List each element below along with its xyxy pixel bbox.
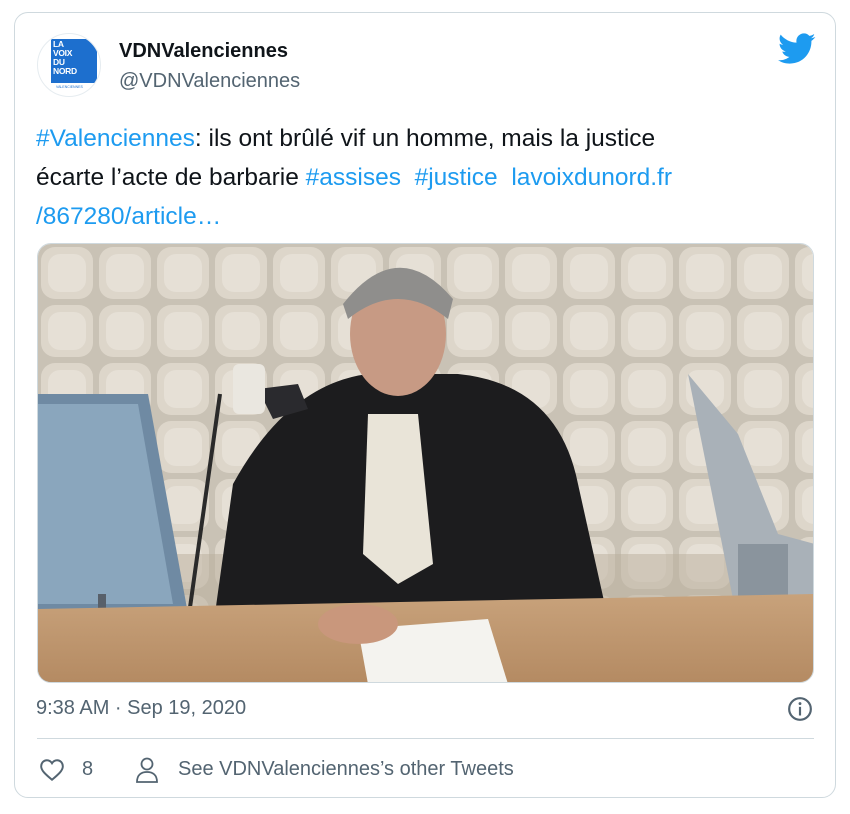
courtroom-photo: [38, 244, 813, 682]
info-icon[interactable]: [787, 696, 813, 722]
tweet-timestamp[interactable]: 9:38 AM · Sep 19, 2020: [36, 697, 246, 720]
author-name[interactable]: VDNValenciennes: [119, 40, 288, 63]
author-handle[interactable]: @VDNValenciennes: [119, 70, 300, 93]
see-other-tweets-link[interactable]: See VDNValenciennes’s other Tweets: [178, 758, 514, 781]
spacer-text: [401, 164, 415, 191]
tweet-text-segment: : ils ont brûlé vif un homme, mais la ju…: [194, 125, 656, 152]
logo-text: LA VOIX DU NORD: [53, 39, 77, 76]
spacer-text: [498, 164, 512, 191]
avatar[interactable]: LA VOIX DU NORD VALENCIENNES: [37, 33, 101, 97]
heart-icon[interactable]: [39, 757, 65, 783]
la-voix-du-nord-logo: LA VOIX DU NORD: [51, 39, 97, 83]
tweet-line-3: /867280/article…: [36, 197, 806, 236]
hashtag-assises[interactable]: #assises: [306, 164, 401, 191]
tweet-line-2: écarte l’acte de barbarie #assises #just…: [36, 158, 806, 197]
hashtag-valenciennes[interactable]: #Valenciennes: [36, 125, 195, 152]
divider: [37, 738, 814, 739]
person-icon[interactable]: [135, 756, 159, 784]
hashtag-justice[interactable]: #justice: [415, 164, 498, 191]
tweet-photo[interactable]: [37, 243, 814, 683]
article-link-domain[interactable]: lavoixdunord.fr: [511, 164, 672, 191]
tweet-text: #Valenciennes: ils ont brûlé vif un homm…: [36, 119, 806, 236]
tweet-text-segment: écarte l’acte de barbarie: [36, 164, 306, 191]
twitter-bird-icon[interactable]: [778, 33, 816, 65]
article-link-path[interactable]: /867280/article…: [36, 203, 221, 230]
like-count[interactable]: 8: [82, 758, 93, 781]
tweet-line-1: #Valenciennes: ils ont brûlé vif un homm…: [36, 119, 806, 158]
logo-subtitle: VALENCIENNES: [56, 85, 83, 89]
